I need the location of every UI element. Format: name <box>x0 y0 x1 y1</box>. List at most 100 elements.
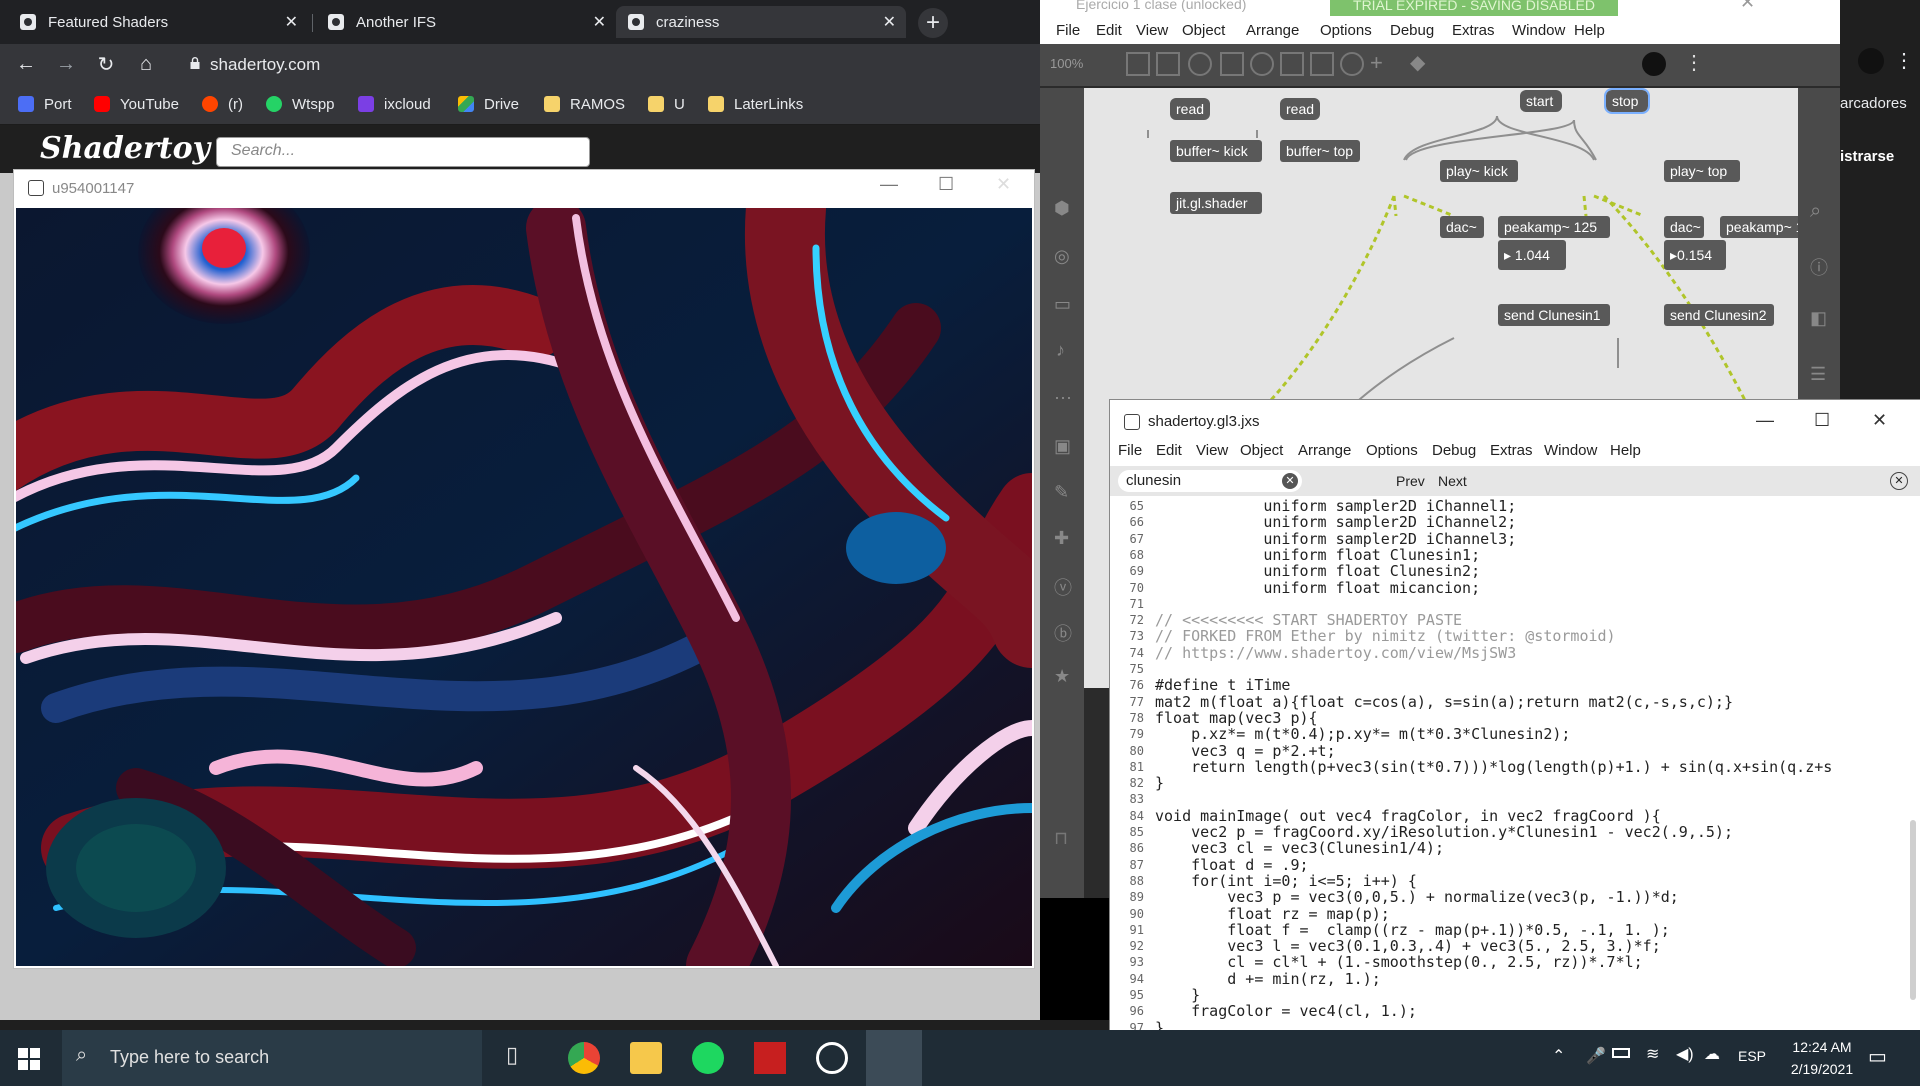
tab-craziness[interactable]: craziness ✕ <box>616 6 906 38</box>
read-message-1[interactable]: read <box>1170 98 1210 120</box>
add-icon[interactable]: + <box>1370 50 1383 76</box>
menu-object[interactable]: Object <box>1182 22 1225 39</box>
menu-view[interactable]: View <box>1136 22 1168 39</box>
zoom-level[interactable]: 100% <box>1050 56 1083 71</box>
max-taskbar-button[interactable] <box>866 1030 922 1086</box>
signin-link[interactable]: istrarse <box>1840 148 1894 165</box>
target-icon[interactable]: ◎ <box>1054 246 1070 267</box>
minus-icon[interactable] <box>1310 52 1334 76</box>
cube-icon[interactable]: ⬢ <box>1054 198 1070 219</box>
new-tab-button[interactable]: + <box>918 8 948 38</box>
find-next-button[interactable]: Next <box>1438 473 1467 489</box>
tab-featured-shaders[interactable]: Featured Shaders ✕ <box>8 6 308 38</box>
send-clunesin2-object[interactable]: send Clunesin2 <box>1664 304 1774 326</box>
peakamp-object-2[interactable]: peakamp~ 12 <box>1720 216 1798 238</box>
stop-message[interactable]: stop <box>1604 88 1650 114</box>
menu-extras[interactable]: Extras <box>1490 442 1533 459</box>
clear-search-icon[interactable]: ✕ <box>1282 473 1298 489</box>
language-indicator[interactable]: ESP <box>1738 1048 1766 1064</box>
shadertoy-logo[interactable]: Shadertoy <box>40 131 210 166</box>
number-box-2[interactable]: ▸0.154 <box>1664 240 1726 270</box>
play-icon[interactable] <box>1280 52 1304 76</box>
menu-help[interactable]: Help <box>1610 442 1641 459</box>
back-icon[interactable]: ← <box>14 52 38 76</box>
spotify-icon[interactable] <box>692 1042 724 1074</box>
dac-object-1[interactable]: dac~ <box>1440 216 1484 238</box>
reload-icon[interactable]: ↻ <box>94 52 118 76</box>
buffer-top-object[interactable]: buffer~ top <box>1280 140 1360 162</box>
music-note-icon[interactable]: ♪ <box>1056 340 1065 361</box>
forward-icon[interactable]: → <box>54 52 78 76</box>
layout-icon[interactable]: ◧ <box>1810 308 1827 329</box>
menu-help[interactable]: Help <box>1574 22 1605 39</box>
menu-edit[interactable]: Edit <box>1156 442 1182 459</box>
menu-extras[interactable]: Extras <box>1452 22 1495 39</box>
xbox-icon[interactable] <box>816 1042 848 1074</box>
profile-icon[interactable] <box>1858 48 1884 74</box>
app-red-icon[interactable] <box>754 1042 786 1074</box>
more-icon[interactable]: ⋮ <box>1684 50 1704 75</box>
close-tab-icon[interactable]: ✕ <box>285 12 298 32</box>
menu-options[interactable]: Options <box>1366 442 1418 459</box>
battery-icon[interactable] <box>1612 1048 1630 1058</box>
shader-output-canvas[interactable] <box>16 208 1032 966</box>
editor-scrollbar[interactable] <box>1910 820 1916 1000</box>
clock-icon[interactable] <box>1340 52 1364 76</box>
bookmark-youtube[interactable]: YouTube <box>94 94 179 114</box>
wifi-icon[interactable]: ≋ <box>1646 1044 1659 1064</box>
taskbar-search-box[interactable]: ⌕ Type here to search <box>62 1030 482 1086</box>
chrome-icon[interactable] <box>568 1042 600 1074</box>
menu-window[interactable]: Window <box>1512 22 1565 39</box>
image-icon[interactable]: ▣ <box>1054 436 1071 457</box>
menu-debug[interactable]: Debug <box>1390 22 1434 39</box>
task-view-icon[interactable]: ▯ <box>506 1042 538 1074</box>
bookmark-port[interactable]: Port <box>18 94 72 114</box>
buffer-kick-object[interactable]: buffer~ kick <box>1170 140 1262 162</box>
system-clock[interactable]: 12:24 AM 2/19/2021 <box>1782 1036 1862 1080</box>
menu-edit[interactable]: Edit <box>1096 22 1122 39</box>
record-icon[interactable] <box>1250 52 1274 76</box>
peakamp-object-1[interactable]: peakamp~ 125 <box>1498 216 1610 238</box>
bookmark-ramos[interactable]: RAMOS <box>544 94 625 114</box>
menu-arrange[interactable]: Arrange <box>1298 442 1351 459</box>
home-icon[interactable]: ⌂ <box>134 52 158 76</box>
puzzle-icon[interactable]: ✚ <box>1054 528 1069 549</box>
minimize-button[interactable]: — <box>1756 410 1774 431</box>
maximize-button[interactable]: ☐ <box>938 174 954 195</box>
bookmark-u[interactable]: U <box>648 94 685 114</box>
menu-options[interactable]: Options <box>1320 22 1372 39</box>
find-input[interactable]: clunesin <box>1118 470 1302 492</box>
unlock-icon[interactable]: ⊓ <box>1054 828 1068 849</box>
microphone-icon[interactable]: 🎤 <box>1586 1046 1606 1066</box>
windows-start-icon[interactable] <box>18 1048 40 1070</box>
account-icon[interactable] <box>1642 52 1666 76</box>
code-area[interactable]: 65 uniform sampler2D iChannel1; 66 unifor… <box>1110 498 1910 1034</box>
info-icon[interactable]: ⓘ <box>1810 254 1828 280</box>
read-message-2[interactable]: read <box>1280 98 1320 120</box>
bookmark-laterlinks[interactable]: LaterLinks <box>708 94 803 114</box>
paperclip-icon[interactable]: ✎ <box>1054 482 1069 503</box>
bookmark-drive[interactable]: Drive <box>458 94 519 114</box>
file-explorer-icon[interactable] <box>630 1042 662 1074</box>
play-kick-object[interactable]: play~ kick <box>1440 160 1518 182</box>
b-icon[interactable]: ⓑ <box>1054 620 1072 646</box>
star-icon[interactable]: ★ <box>1054 666 1070 687</box>
bookmark-wtspp[interactable]: Wtspp <box>266 94 335 114</box>
number-box-1[interactable]: ▸ 1.044 <box>1498 240 1566 270</box>
step-icon[interactable]: ⋯ <box>1054 388 1072 409</box>
menu-file[interactable]: File <box>1118 442 1142 459</box>
menu-window[interactable]: Window <box>1544 442 1597 459</box>
menu-icon[interactable]: ⋮ <box>1894 48 1914 73</box>
list-icon[interactable]: ☰ <box>1810 364 1826 385</box>
close-button[interactable]: ✕ <box>1740 0 1755 13</box>
bookmark-reddit[interactable]: (r) <box>202 94 243 114</box>
search-icon[interactable]: ⌕ <box>1810 200 1821 223</box>
menu-object[interactable]: Object <box>1240 442 1283 459</box>
start-message[interactable]: start <box>1520 90 1562 112</box>
address-bar[interactable]: shadertoy.com <box>210 55 320 75</box>
v-icon[interactable]: ⓥ <box>1054 574 1072 600</box>
show-hidden-icons[interactable]: ⌃ <box>1552 1046 1565 1066</box>
bookmark-ixcloud[interactable]: ixcloud <box>358 94 431 114</box>
onedrive-icon[interactable]: ☁ <box>1704 1044 1720 1064</box>
bookmarks-overflow[interactable]: arcadores <box>1840 95 1907 112</box>
